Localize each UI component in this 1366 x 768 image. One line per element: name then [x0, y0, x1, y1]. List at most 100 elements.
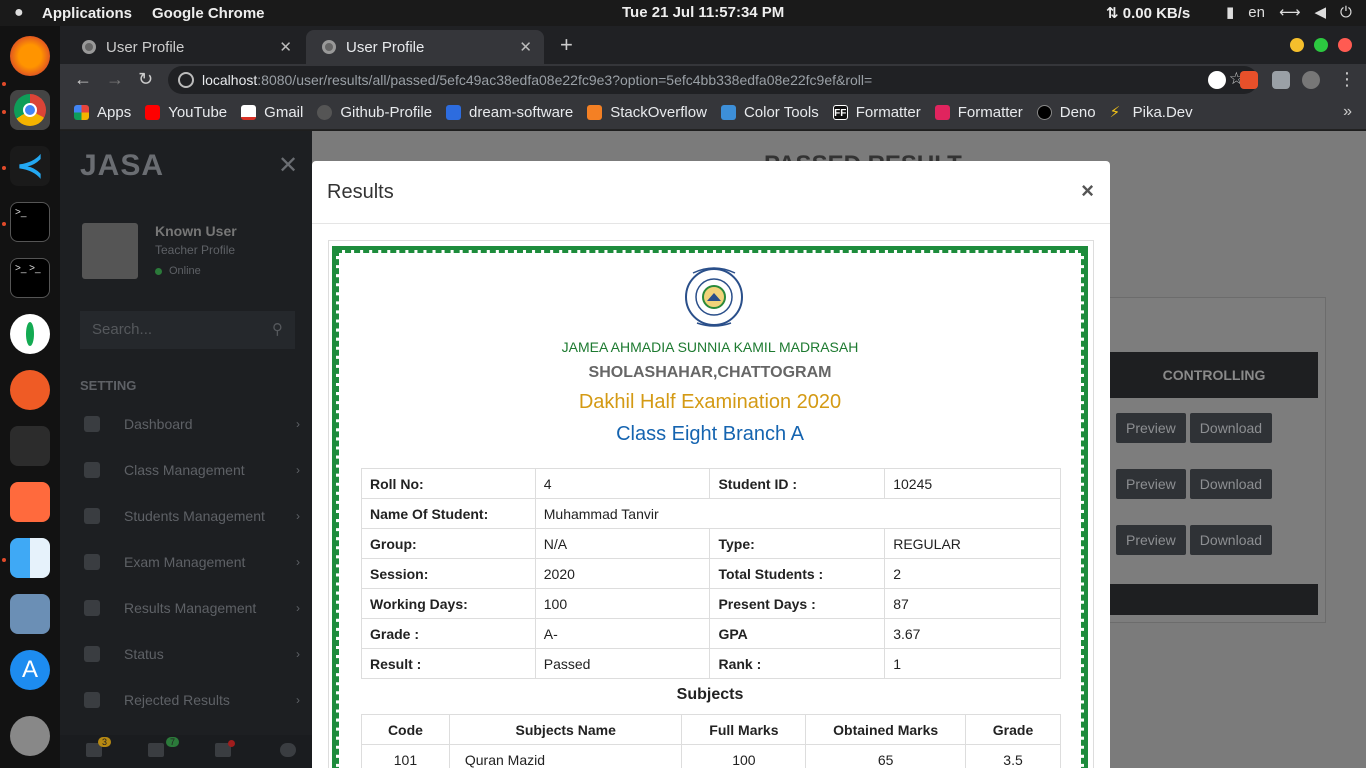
- apps-grid-icon: [74, 105, 89, 120]
- chevron-right-icon: ›: [296, 647, 300, 661]
- address-bar[interactable]: localhost:8080/user/results/all/passed/5…: [168, 66, 1258, 94]
- bookmark-label: dream-software: [469, 104, 574, 121]
- student-id-value: 10245: [884, 468, 1061, 499]
- tab-user-profile-2[interactable]: User Profile ✕: [306, 30, 544, 64]
- certificate-body: JAMEA AHMADIA SUNNIA KAMIL MADRASAH SHOL…: [336, 250, 1084, 768]
- figma-icon[interactable]: [10, 426, 50, 466]
- site-info-icon[interactable]: [178, 72, 194, 88]
- sidebar-item-students-management[interactable]: Students Management ›: [80, 501, 300, 531]
- search-icon[interactable]: ⚲: [272, 320, 283, 338]
- network-icon[interactable]: ⟷: [1279, 3, 1301, 21]
- applications-menu[interactable]: Applications: [42, 5, 132, 22]
- active-app-name[interactable]: Google Chrome: [152, 5, 265, 22]
- bookmark-github-profile[interactable]: Github-Profile: [317, 104, 432, 121]
- language-indicator[interactable]: en: [1248, 4, 1265, 21]
- group-value: N/A: [534, 528, 711, 559]
- type-value: REGULAR: [884, 528, 1061, 559]
- image-viewer-icon[interactable]: [10, 594, 50, 634]
- finder-icon[interactable]: [10, 538, 50, 578]
- menu-kebab-icon[interactable]: ⋮: [1338, 69, 1356, 90]
- envelope-icon[interactable]: [148, 743, 164, 757]
- grade-label: Grade :: [361, 618, 536, 649]
- power-off-icon[interactable]: [280, 743, 296, 757]
- bookmark-dream-software[interactable]: dream-software: [446, 104, 573, 121]
- translate-extension-icon[interactable]: [1240, 71, 1258, 89]
- user-role: Teacher Profile: [155, 243, 236, 257]
- bookmark-stackoverflow[interactable]: StackOverflow: [587, 104, 707, 121]
- present-days-value: 87: [884, 588, 1061, 619]
- minimize-button[interactable]: [1290, 38, 1304, 52]
- close-tab-icon[interactable]: ✕: [519, 38, 532, 56]
- sidebar-item-rejected-results[interactable]: Rejected Results ›: [80, 685, 300, 715]
- notification-count-badge: 3: [98, 737, 112, 747]
- back-icon[interactable]: ←: [74, 69, 92, 90]
- avatar: [82, 223, 138, 279]
- system-menu-icon[interactable]: ●: [14, 4, 32, 22]
- clock[interactable]: Tue 21 Jul 11:57:34 PM: [622, 4, 784, 21]
- sidebar-close-icon[interactable]: ✕: [278, 151, 298, 180]
- download-button[interactable]: Download: [1189, 469, 1273, 499]
- table-row: Roll No: 4 Student ID : 10245: [361, 468, 1061, 499]
- terminal-split-icon[interactable]: >_ >_: [10, 258, 50, 298]
- institution-name: JAMEA AHMADIA SUNNIA KAMIL MADRASAH: [561, 339, 859, 355]
- chrome-icon[interactable]: [10, 90, 50, 130]
- sublime-icon[interactable]: [10, 482, 50, 522]
- vscode-icon[interactable]: ≺: [10, 146, 50, 186]
- app-store-icon[interactable]: A: [10, 650, 50, 690]
- power-icon[interactable]: ▮: [1226, 3, 1234, 21]
- system-tray: ▮ en ⟷ ◀ ⏻: [1226, 3, 1352, 22]
- color-tools-icon: [720, 105, 736, 120]
- extension-icon[interactable]: [1208, 71, 1226, 89]
- sidebar-item-exam-management[interactable]: Exam Management ›: [80, 547, 300, 577]
- volume-icon[interactable]: ◀: [1314, 3, 1326, 21]
- terminal-icon[interactable]: >_: [10, 202, 50, 242]
- preview-button[interactable]: Preview: [1116, 525, 1186, 555]
- extensions-puzzle-icon[interactable]: [1272, 71, 1290, 89]
- sidebar-item-status[interactable]: Status ›: [80, 639, 300, 669]
- modal-title: Results: [327, 181, 394, 203]
- download-button[interactable]: Download: [1189, 525, 1273, 555]
- settings-icon[interactable]: ⏻: [1340, 4, 1352, 21]
- sidebar-item-class-management[interactable]: Class Management ›: [80, 455, 300, 485]
- bookmark-gmail[interactable]: Gmail: [241, 104, 303, 121]
- preview-button[interactable]: Preview: [1116, 469, 1186, 499]
- table-row: Group: N/A Type: REGULAR: [361, 528, 1061, 559]
- close-window-button[interactable]: [1338, 38, 1352, 52]
- bookmark-deno[interactable]: Deno: [1036, 104, 1096, 121]
- download-button[interactable]: Download: [1189, 413, 1273, 443]
- result-certificate: JAMEA AHMADIA SUNNIA KAMIL MADRASAH SHOL…: [332, 246, 1088, 768]
- maximize-button[interactable]: [1314, 38, 1328, 52]
- formatter-ff-icon: FF: [832, 105, 848, 120]
- working-days-label: Working Days:: [361, 588, 536, 619]
- new-tab-icon[interactable]: +: [560, 32, 573, 58]
- subjects-table: Code Subjects Name Full Marks Obtained M…: [361, 714, 1061, 768]
- sidebar-item-label: Exam Management: [124, 554, 246, 570]
- close-icon[interactable]: ×: [1081, 178, 1094, 204]
- launchpad-icon[interactable]: [10, 716, 50, 756]
- sidebar-search-input[interactable]: Search... ⚲: [80, 311, 295, 349]
- sidebar-item-dashboard[interactable]: Dashboard ›: [80, 409, 300, 439]
- bookmark-formatter-2[interactable]: Formatter: [934, 104, 1023, 121]
- close-tab-icon[interactable]: ✕: [279, 38, 292, 56]
- sidebar-item-results-management[interactable]: Results Management ›: [80, 593, 300, 623]
- bookmark-apps[interactable]: Apps: [74, 104, 131, 121]
- preview-button[interactable]: Preview: [1116, 413, 1186, 443]
- total-students-label: Total Students :: [709, 558, 886, 589]
- firefox-icon[interactable]: [10, 36, 50, 76]
- bookmark-formatter-1[interactable]: FF Formatter: [832, 104, 921, 121]
- tab-user-profile-1[interactable]: User Profile ✕: [66, 30, 304, 64]
- column-header: Full Marks: [681, 714, 807, 745]
- subject-full-marks: 100: [681, 744, 807, 768]
- mongodb-compass-icon[interactable]: [10, 314, 50, 354]
- reload-icon[interactable]: ↻: [138, 69, 153, 90]
- bookmark-pika-dev[interactable]: ⚡ Pika.Dev: [1110, 104, 1193, 121]
- bookmark-color-tools[interactable]: Color Tools: [720, 104, 819, 121]
- postman-icon[interactable]: [10, 370, 50, 410]
- student-name-value: Muhammad Tanvir: [534, 498, 1062, 529]
- forward-icon[interactable]: →: [106, 69, 124, 90]
- bookmark-youtube[interactable]: YouTube: [145, 104, 227, 121]
- profile-avatar-icon[interactable]: [1302, 71, 1320, 89]
- more-bookmarks-icon[interactable]: »: [1343, 103, 1352, 121]
- brand-logo[interactable]: JASA: [80, 149, 164, 183]
- dock-running-indicator: [2, 110, 6, 114]
